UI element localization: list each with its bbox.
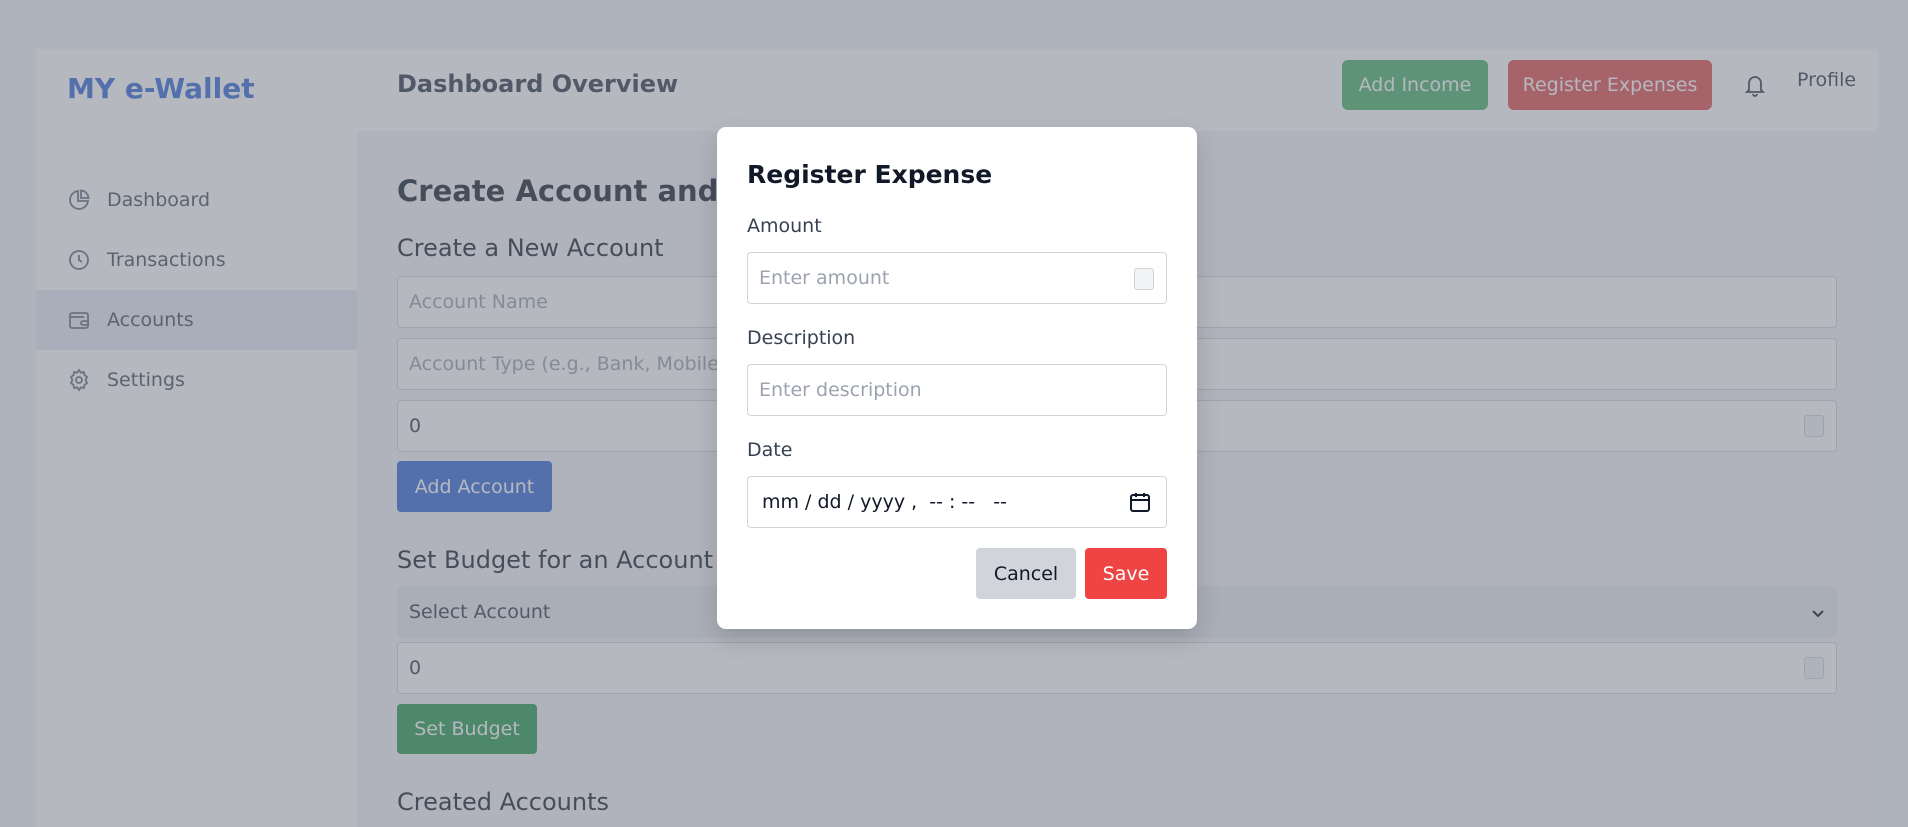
description-input[interactable]: Enter description [747, 364, 1167, 416]
description-label: Description [747, 327, 856, 349]
amount-label: Amount [747, 215, 822, 237]
date-value: mm / dd / yyyy , -- : -- -- [762, 491, 1007, 513]
date-input[interactable]: mm / dd / yyyy , -- : -- -- [747, 476, 1167, 528]
amount-placeholder: Enter amount [759, 267, 890, 289]
calendar-icon[interactable] [1128, 490, 1152, 514]
cancel-button[interactable]: Cancel [976, 548, 1076, 599]
modal-title: Register Expense [747, 160, 993, 189]
stepper-icon[interactable] [1134, 268, 1154, 290]
save-button[interactable]: Save [1085, 548, 1167, 599]
description-placeholder: Enter description [759, 379, 922, 401]
date-label: Date [747, 439, 793, 461]
amount-input[interactable]: Enter amount [747, 252, 1167, 304]
register-expense-modal: Register Expense Amount Enter amount Des… [717, 127, 1197, 629]
